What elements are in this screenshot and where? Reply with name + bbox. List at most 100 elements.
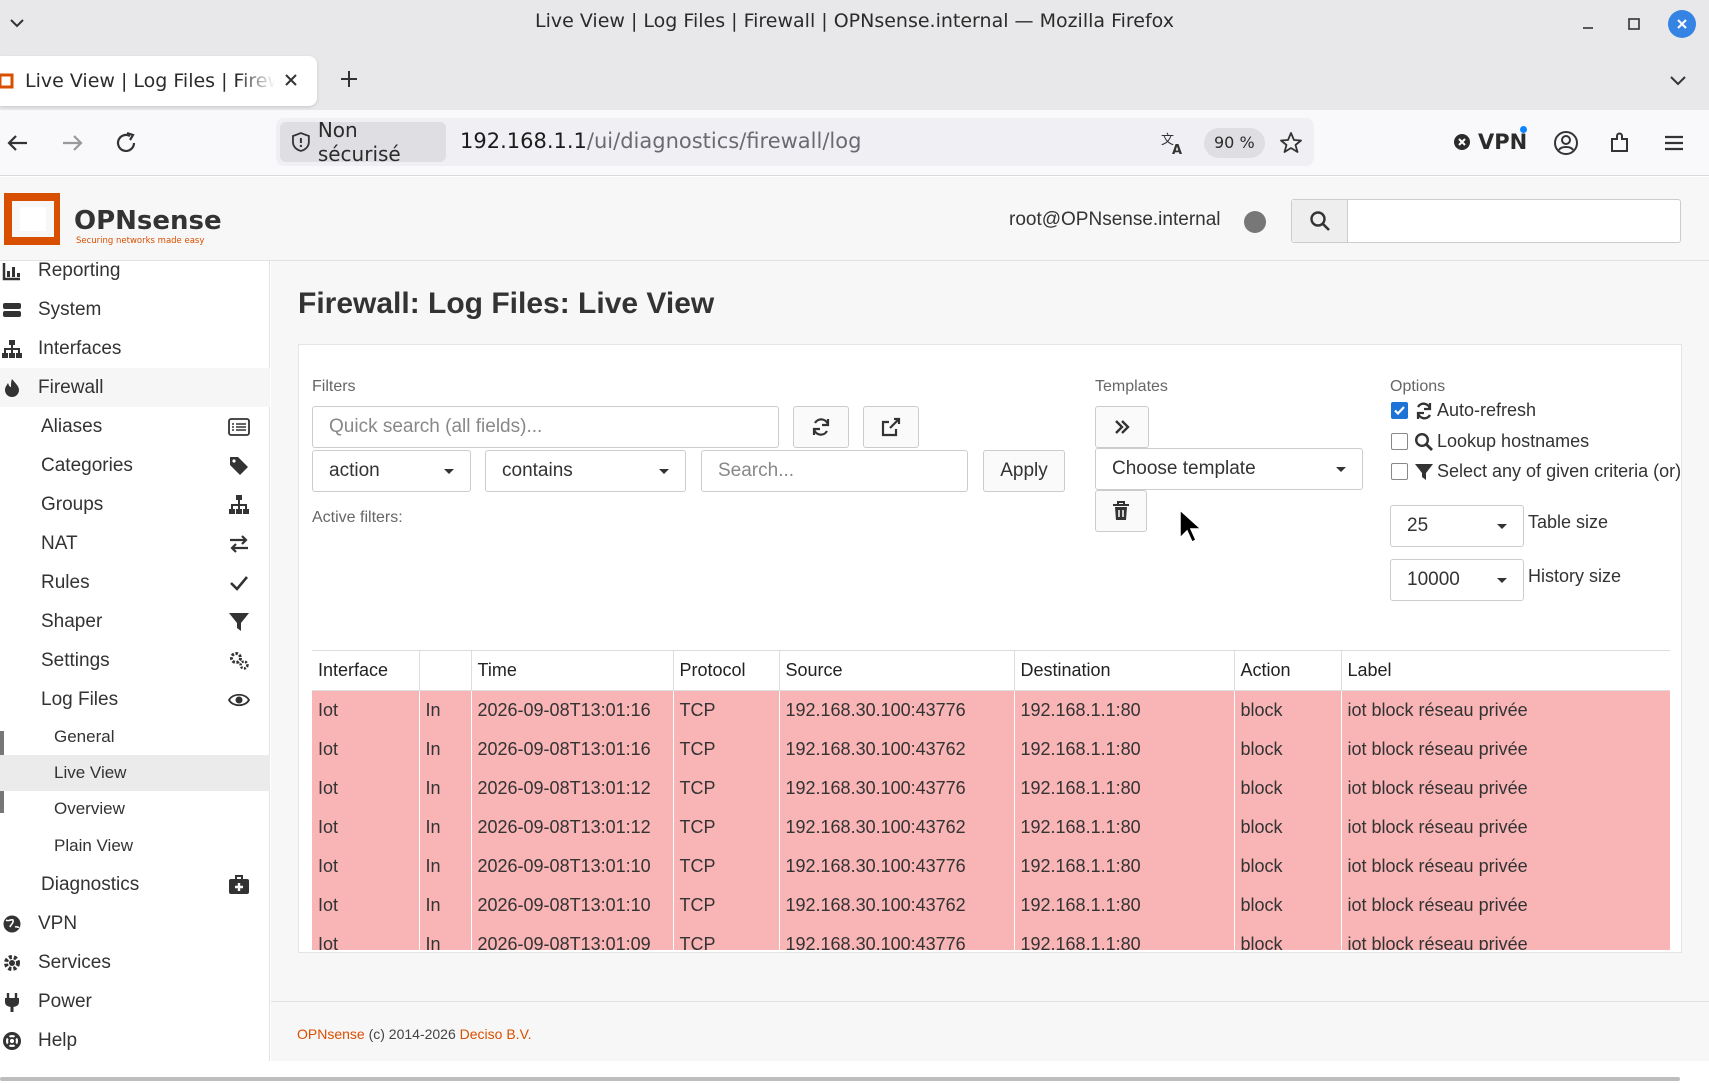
table-cell: 192.168.1.1:80 xyxy=(1014,729,1235,769)
opnsense-logo[interactable]: OPNsense Securing networks made easy xyxy=(0,187,230,251)
new-tab-icon[interactable] xyxy=(336,66,362,92)
sidebar-item-power[interactable]: Power xyxy=(0,982,270,1021)
sidebar-item-categories[interactable]: Categories xyxy=(0,446,270,485)
refresh-button[interactable] xyxy=(793,406,849,448)
select-any-criteria-checkbox[interactable] xyxy=(1391,463,1408,480)
sidebar-item-vpn[interactable]: VPN xyxy=(0,904,270,943)
template-expand-button[interactable] xyxy=(1095,406,1149,448)
lookup-hostnames-checkbox[interactable] xyxy=(1391,433,1408,450)
column-header-protocol[interactable]: Protocol xyxy=(673,650,780,691)
minimize-button[interactable] xyxy=(1574,10,1602,38)
bookmark-star-icon[interactable] xyxy=(1278,130,1304,156)
table-size-value: 25 xyxy=(1407,515,1429,536)
table-row[interactable]: Iot In 2026-09-08T13:01:10 TCP 192.168.30.10… xyxy=(312,885,1670,925)
auto-refresh-checkbox[interactable] xyxy=(1391,402,1408,419)
table-cell: In xyxy=(419,807,472,847)
sidebar-item-reporting[interactable]: Reporting xyxy=(0,251,270,290)
table-row[interactable]: Iot In 2026-09-08T13:01:12 TCP 192.168.30.10… xyxy=(312,807,1670,847)
table-cell: 192.168.1.1:80 xyxy=(1014,768,1235,808)
sidebar-item-rules[interactable]: Rules xyxy=(0,563,270,602)
column-header-destination[interactable]: Destination xyxy=(1014,650,1235,691)
option-lookup-hostnames[interactable]: Lookup hostnames xyxy=(1391,431,1589,452)
sidebar-item-overview[interactable]: Overview xyxy=(0,791,270,827)
chart-icon xyxy=(2,261,22,281)
sidebar-item-plain-view[interactable]: Plain View xyxy=(0,828,270,864)
table-cell: iot block réseau privée xyxy=(1341,924,1670,950)
column-header-source[interactable]: Source xyxy=(779,650,1015,691)
tab-close-icon[interactable] xyxy=(281,70,301,90)
export-button[interactable] xyxy=(863,406,919,448)
delete-template-button[interactable] xyxy=(1095,490,1147,532)
sidebar-item-general[interactable]: General xyxy=(0,719,270,755)
footer-company-link[interactable]: Deciso B.V. xyxy=(460,1026,532,1042)
sidebar-item-shaper[interactable]: Shaper xyxy=(0,602,270,641)
table-cell: 2026-09-08T13:01:10 xyxy=(471,846,674,886)
footer-brand-link[interactable]: OPNsense xyxy=(297,1026,365,1042)
option-label: Auto-refresh xyxy=(1437,400,1537,420)
sidebar-item-live-view[interactable]: Live View xyxy=(0,755,270,791)
horizontal-scrollbar[interactable] xyxy=(0,1077,1680,1081)
table-cell: block xyxy=(1234,924,1342,950)
sidebar-item-groups[interactable]: Groups xyxy=(0,485,270,524)
system-status-indicator[interactable] xyxy=(1244,211,1266,233)
table-row[interactable]: Iot In 2026-09-08T13:01:10 TCP 192.168.30.10… xyxy=(312,846,1670,886)
filter-value-input[interactable]: Search... xyxy=(701,450,968,492)
sidebar-item-system[interactable]: System xyxy=(0,290,270,329)
filter-field-select[interactable]: action xyxy=(312,450,471,492)
filters-label: Filters xyxy=(312,378,356,395)
extensions-icon[interactable] xyxy=(1606,129,1634,157)
column-header-action[interactable]: Action xyxy=(1234,650,1342,691)
column-header-label[interactable]: Label xyxy=(1341,650,1670,691)
close-window-button[interactable] xyxy=(1668,10,1696,38)
account-icon[interactable] xyxy=(1552,129,1580,157)
column-header-direction[interactable] xyxy=(419,650,472,691)
not-secure-indicator[interactable]: Non sécurisé xyxy=(280,118,446,166)
table-row[interactable]: Iot In 2026-09-08T13:01:16 TCP 192.168.30.10… xyxy=(312,729,1670,769)
table-size-label: Table size xyxy=(1528,512,1609,532)
translate-icon[interactable]: 文A xyxy=(1160,130,1186,158)
vpn-button[interactable]: VPN xyxy=(1452,126,1527,154)
column-header-interface[interactable]: Interface xyxy=(312,650,420,691)
reload-icon[interactable] xyxy=(112,129,140,157)
table-row[interactable]: Iot In 2026-09-08T13:01:12 TCP 192.168.30.10… xyxy=(312,768,1670,808)
url-text[interactable]: 192.168.1.1/ui/diagnostics/firewall/log xyxy=(460,129,861,153)
back-arrow-icon[interactable] xyxy=(4,129,32,157)
table-row[interactable]: Iot In 2026-09-08T13:01:16 TCP 192.168.30.10… xyxy=(312,690,1670,730)
option-auto-refresh[interactable]: Auto-refresh xyxy=(1391,400,1536,421)
sidebar-item-aliases[interactable]: Aliases xyxy=(0,407,270,446)
apply-filter-button[interactable]: Apply xyxy=(983,450,1065,492)
table-size-select[interactable]: 25 xyxy=(1390,505,1524,547)
shield-warning-icon xyxy=(292,132,310,152)
sidebar-item-diagnostics[interactable]: Diagnostics xyxy=(0,865,270,904)
medkit-icon xyxy=(228,874,250,896)
url-path: /ui/diagnostics/firewall/log xyxy=(586,129,862,153)
sidebar-item-services[interactable]: Services xyxy=(0,943,270,982)
history-size-select[interactable]: 10000 xyxy=(1390,559,1524,601)
option-select-any-criteria[interactable]: Select any of given criteria (or) xyxy=(1391,461,1681,482)
template-select[interactable]: Choose template xyxy=(1095,448,1363,490)
trash-icon xyxy=(1113,501,1129,520)
sidebar-item-nat[interactable]: NAT xyxy=(0,524,270,563)
table-cell: Iot xyxy=(312,690,420,730)
list-all-tabs-icon[interactable] xyxy=(1666,68,1690,92)
address-bar[interactable]: Non sécurisé 192.168.1.1/ui/diagnostics/… xyxy=(276,118,1314,166)
filter-operator-select[interactable]: contains xyxy=(485,450,686,492)
sidebar-item-interfaces[interactable]: Interfaces xyxy=(0,329,270,368)
maximize-button[interactable] xyxy=(1620,10,1648,38)
hamburger-menu-icon[interactable] xyxy=(1660,129,1688,157)
table-cell: In xyxy=(419,768,472,808)
sidebar-item-help[interactable]: Help xyxy=(0,1021,270,1060)
table-cell: 2026-09-08T13:01:09 xyxy=(471,924,674,950)
filter-operator-value: contains xyxy=(502,460,573,481)
browser-tab-active[interactable]: Live View | Log Files | Firewall | OPNse… xyxy=(0,56,317,106)
column-header-time[interactable]: Time xyxy=(471,650,674,691)
sidebar-item-log-files[interactable]: Log Files xyxy=(0,680,270,719)
logged-in-user[interactable]: root@OPNsense.internal xyxy=(1009,209,1221,231)
sidebar-item-settings[interactable]: Settings xyxy=(0,641,270,680)
global-search[interactable] xyxy=(1291,199,1681,243)
forward-arrow-icon[interactable] xyxy=(58,129,86,157)
quick-search-input[interactable]: Quick search (all fields)... xyxy=(312,406,779,448)
sidebar-item-firewall[interactable]: Firewall xyxy=(0,368,270,407)
zoom-indicator[interactable]: 90 % xyxy=(1204,128,1265,158)
table-row[interactable]: Iot In 2026-09-08T13:01:09 TCP 192.168.30.10… xyxy=(312,924,1670,950)
